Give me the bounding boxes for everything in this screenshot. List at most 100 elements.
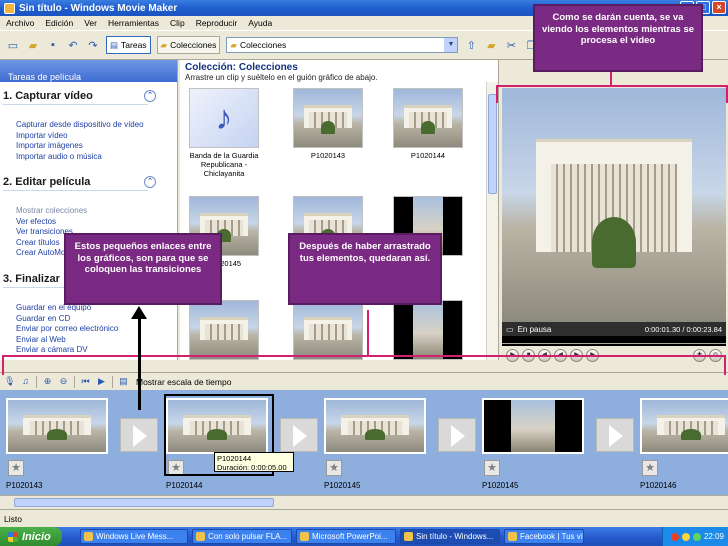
- clip-item[interactable]: ♪ Banda de la Guardia Republicana - Chic…: [184, 88, 264, 178]
- storyboard-bracket: [2, 355, 726, 375]
- section-title[interactable]: 1. Capturar vídeo ⌃: [0, 88, 177, 104]
- task-link[interactable]: Importar imágenes: [0, 141, 177, 152]
- timeline-icon[interactable]: ▤: [118, 376, 129, 387]
- storyboard-clip[interactable]: ★: [636, 396, 728, 480]
- undo-icon[interactable]: ↶: [66, 38, 80, 52]
- tooltip-clip-name: P1020144: [217, 454, 252, 463]
- tray-icon[interactable]: [692, 532, 701, 541]
- taskbar-item[interactable]: Con solo pulsar FLA...: [192, 529, 292, 544]
- task-link[interactable]: Importar vídeo: [0, 131, 177, 142]
- tasks-button[interactable]: ▤ Tareas: [106, 36, 151, 54]
- storyboard: ★ ★ ★ ★ ★ P1020143 P1020144 P1020145 P10…: [0, 390, 728, 495]
- effect-star-icon[interactable]: ★: [642, 460, 658, 476]
- save-icon[interactable]: ▪: [46, 38, 60, 52]
- tray-icon[interactable]: [681, 532, 690, 541]
- show-timeline-button[interactable]: Mostrar escala de tiempo: [136, 377, 231, 387]
- clip-item[interactable]: [388, 300, 468, 360]
- new-project-icon[interactable]: ▭: [6, 38, 20, 52]
- clip-item[interactable]: [184, 300, 264, 360]
- firefox-icon: [508, 532, 517, 541]
- storyboard-frame: [324, 398, 426, 454]
- storyboard-clip[interactable]: ★: [320, 396, 430, 480]
- clip-item[interactable]: P1020144: [388, 88, 468, 160]
- scroll-thumb[interactable]: [14, 498, 274, 507]
- clip-item[interactable]: P1020143: [288, 88, 368, 160]
- storyboard-clip[interactable]: ★: [478, 396, 588, 480]
- transition-slot[interactable]: [596, 418, 634, 452]
- clip-item[interactable]: [288, 300, 368, 360]
- playback-status: En pausa: [517, 324, 552, 334]
- transition-slot[interactable]: [438, 418, 476, 452]
- task-link[interactable]: Enviar al Web: [0, 335, 177, 346]
- task-link[interactable]: Enviar a cámara DV: [0, 345, 177, 356]
- storyboard-scrollbar[interactable]: [0, 495, 728, 509]
- rewind-storyboard-icon[interactable]: ⏮: [80, 376, 91, 387]
- menu-edicion[interactable]: Edición: [45, 18, 73, 28]
- task-link[interactable]: Enviar por correo electrónico: [0, 324, 177, 335]
- menu-reproducir[interactable]: Reproducir: [196, 18, 238, 28]
- transition-slot[interactable]: [120, 418, 158, 452]
- zoom-out-icon[interactable]: ⊖: [58, 376, 69, 387]
- windows-flag-icon: [8, 531, 18, 542]
- storyboard-frame: [6, 398, 108, 454]
- taskbar-item[interactable]: Sin título - Windows...: [400, 529, 500, 544]
- task-link[interactable]: Ver efectos: [0, 217, 177, 228]
- playback-time: 0:00:01.30 / 0:00:23.84: [644, 324, 722, 334]
- storyboard-clip-name: P1020145: [482, 481, 519, 490]
- start-button[interactable]: Inicio: [0, 527, 62, 546]
- cut-icon[interactable]: ✂: [504, 38, 518, 52]
- task-link[interactable]: Guardar en CD: [0, 314, 177, 325]
- windows-taskbar: Inicio Windows Live Mess... Con solo pul…: [0, 527, 728, 546]
- system-tray: 22:09: [662, 527, 728, 546]
- play-storyboard-icon[interactable]: ▶: [96, 376, 107, 387]
- effect-star-icon[interactable]: ★: [8, 460, 24, 476]
- clip-caption: P1020143: [310, 151, 346, 160]
- status-bar: Listo: [0, 509, 728, 527]
- effect-star-icon[interactable]: ★: [484, 460, 500, 476]
- transition-slot[interactable]: [280, 418, 318, 452]
- task-link[interactable]: Capturar desde dispositivo de vídeo: [0, 120, 177, 131]
- collection-title: Colección: Colecciones: [185, 62, 298, 73]
- scroll-thumb[interactable]: [488, 94, 497, 194]
- new-folder-icon[interactable]: ▰: [484, 38, 498, 52]
- seek-bar[interactable]: [502, 338, 726, 344]
- clip-photo: [642, 400, 728, 452]
- collections-folder-icon: ▰: [160, 39, 168, 50]
- storyboard-clip-name: P1020143: [6, 481, 43, 490]
- menu-herramientas[interactable]: Herramientas: [108, 18, 159, 28]
- collection-header: Colección: Colecciones Arrastre un clip …: [180, 60, 498, 82]
- menu-ver[interactable]: Ver: [84, 18, 97, 28]
- task-link[interactable]: Importar audio o música: [0, 152, 177, 163]
- menu-ayuda[interactable]: Ayuda: [248, 18, 272, 28]
- storyboard-clip[interactable]: ★: [2, 396, 112, 480]
- section-title[interactable]: 2. Editar película ⌃: [0, 174, 177, 190]
- close-button[interactable]: ×: [712, 1, 726, 14]
- audio-levels-icon[interactable]: ♫: [20, 376, 31, 387]
- taskbar-item[interactable]: Microsoft PowerPoi...: [296, 529, 396, 544]
- zoom-in-icon[interactable]: ⊕: [42, 376, 53, 387]
- chevron-down-icon[interactable]: ▼: [444, 38, 458, 52]
- narrate-icon[interactable]: 🎙: [4, 376, 15, 387]
- taskbar-item[interactable]: Windows Live Mess...: [80, 529, 188, 544]
- effect-star-icon[interactable]: ★: [326, 460, 342, 476]
- clip-thumbnail: [189, 300, 259, 360]
- toolbar-separator: [112, 375, 113, 388]
- collections-button[interactable]: ▰ Colecciones: [156, 36, 221, 54]
- storyboard-clip-name: P1020144: [166, 481, 203, 490]
- redo-icon[interactable]: ↷: [86, 38, 100, 52]
- annotation-storyboard: Después de haber arrastrado tus elemento…: [288, 233, 442, 305]
- menu-clip[interactable]: Clip: [170, 18, 185, 28]
- taskbar-item[interactable]: Facebook | Tus víd...: [504, 529, 584, 544]
- collapse-icon[interactable]: ⌃: [144, 176, 156, 188]
- clip-photo: [326, 400, 424, 452]
- up-folder-icon[interactable]: ⇧: [464, 38, 478, 52]
- menu-archivo[interactable]: Archivo: [6, 18, 34, 28]
- open-folder-icon[interactable]: ▰: [26, 38, 40, 52]
- collection-combo[interactable]: ▰ Colecciones ▼: [226, 37, 459, 53]
- collection-scrollbar[interactable]: [486, 82, 498, 360]
- tray-icon[interactable]: [670, 532, 679, 541]
- annotation-transitions: Estos pequeños enlaces entre los gráfico…: [64, 233, 222, 305]
- preview-screen: [502, 88, 726, 346]
- task-link[interactable]: Mostrar colecciones: [0, 206, 177, 217]
- collapse-icon[interactable]: ⌃: [144, 90, 156, 102]
